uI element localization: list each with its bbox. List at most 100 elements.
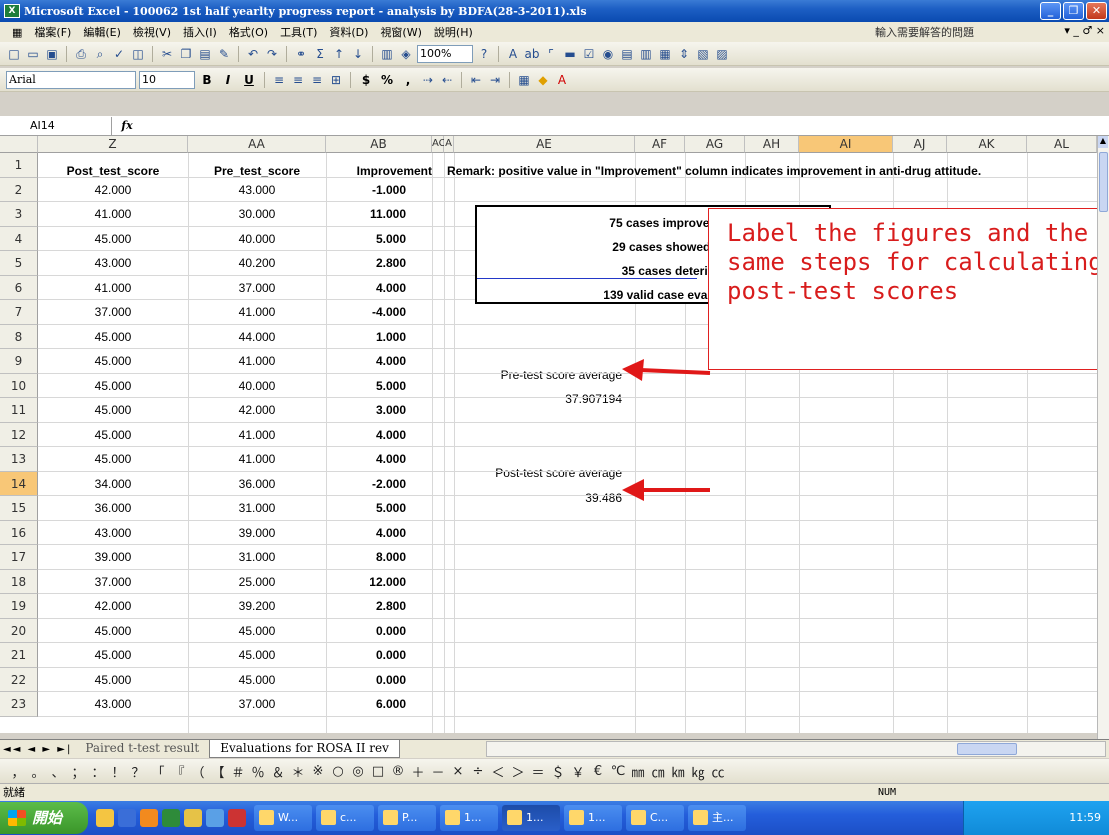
improvement-cell[interactable]: 5.000: [326, 232, 406, 246]
print-icon[interactable]: ⎙: [73, 46, 89, 62]
symbol-button[interactable]: €: [588, 764, 608, 779]
taskbar-window-button[interactable]: 主...: [688, 805, 746, 831]
symbol-button[interactable]: ㎞: [668, 762, 688, 781]
symbol-button[interactable]: 「: [148, 762, 168, 781]
improvement-cell[interactable]: 4.000: [326, 526, 406, 540]
combobox-control-icon[interactable]: ▥: [638, 46, 654, 62]
improvement-cell[interactable]: 8.000: [326, 550, 406, 564]
button-control-icon[interactable]: ▬: [562, 46, 578, 62]
symbol-button[interactable]: ＋: [408, 762, 428, 781]
symbol-button[interactable]: ＝: [528, 762, 548, 781]
row-header[interactable]: 5: [0, 251, 38, 276]
pre-test-score-cell[interactable]: 39.200: [188, 599, 326, 613]
align-right-icon[interactable]: ≡: [309, 72, 325, 88]
menu-icon[interactable]: ▦: [6, 26, 28, 39]
symbol-button[interactable]: ＆: [268, 762, 288, 781]
word-icon[interactable]: [118, 809, 136, 827]
post-test-score-cell[interactable]: 43.000: [38, 697, 188, 711]
menu-format[interactable]: 格式(O): [223, 24, 274, 40]
symbol-button[interactable]: □: [368, 764, 388, 779]
spelling-icon[interactable]: ✓: [111, 46, 127, 62]
row-header[interactable]: 21: [0, 643, 38, 668]
taskbar-window-button[interactable]: C...: [626, 805, 684, 831]
column-header-ab[interactable]: AB: [326, 136, 432, 153]
post-test-score-cell[interactable]: 37.000: [38, 575, 188, 589]
app-icon[interactable]: [228, 809, 246, 827]
row-header[interactable]: 7: [0, 300, 38, 325]
post-test-score-cell[interactable]: 45.000: [38, 673, 188, 687]
firefox-icon[interactable]: [140, 809, 158, 827]
sort-ascending-icon[interactable]: ↑: [331, 46, 347, 62]
percent-button[interactable]: %: [378, 73, 396, 87]
save-icon[interactable]: ▣: [44, 46, 60, 62]
decrease-decimal-icon[interactable]: ⇠: [439, 72, 455, 88]
symbol-button[interactable]: ㏄: [708, 762, 728, 781]
row-header[interactable]: 23: [0, 692, 38, 717]
menu-help[interactable]: 說明(H): [428, 24, 479, 40]
row-header[interactable]: 6: [0, 275, 38, 300]
symbol-button[interactable]: ○: [328, 764, 348, 779]
open-icon[interactable]: ▭: [25, 46, 41, 62]
redo-icon[interactable]: ↷: [264, 46, 280, 62]
font-name-select[interactable]: Arial: [6, 70, 136, 89]
symbol-button[interactable]: ＃: [228, 762, 248, 781]
paste-icon[interactable]: ▤: [197, 46, 213, 62]
column-header-ai[interactable]: AI: [799, 136, 893, 153]
properties-icon[interactable]: ▧: [695, 46, 711, 62]
increase-decimal-icon[interactable]: ⇢: [420, 72, 436, 88]
row-header[interactable]: 8: [0, 324, 38, 349]
new-icon[interactable]: □: [6, 46, 22, 62]
browser-icon[interactable]: [206, 809, 224, 827]
pre-test-score-cell[interactable]: 41.000: [188, 354, 326, 368]
fill-color-icon[interactable]: ◆: [535, 72, 551, 88]
post-test-score-cell[interactable]: 43.000: [38, 526, 188, 540]
pre-test-score-cell[interactable]: 36.000: [188, 477, 326, 491]
menu-edit[interactable]: 編輯(E): [77, 24, 127, 40]
row-header[interactable]: 11: [0, 398, 38, 423]
workbook-controls[interactable]: ▾ _ ♂ ×: [1064, 24, 1105, 37]
row-header[interactable]: 16: [0, 520, 38, 545]
pre-test-score-cell[interactable]: 41.000: [188, 452, 326, 466]
vertical-scrollbar[interactable]: ▲: [1097, 136, 1109, 739]
label-control-icon[interactable]: A: [505, 46, 521, 62]
menu-view[interactable]: 檢視(V): [127, 24, 177, 40]
research-icon[interactable]: ◫: [130, 46, 146, 62]
post-test-score-cell[interactable]: 42.000: [38, 599, 188, 613]
improvement-cell[interactable]: 4.000: [326, 428, 406, 442]
post-test-score-cell[interactable]: 43.000: [38, 256, 188, 270]
row-header[interactable]: 4: [0, 226, 38, 251]
pre-test-average-label[interactable]: Pre-test score average: [454, 368, 622, 382]
scroll-control-icon[interactable]: ▦: [657, 46, 673, 62]
improvement-cell[interactable]: 5.000: [326, 501, 406, 515]
pre-test-score-cell[interactable]: 42.000: [188, 403, 326, 417]
row-header[interactable]: 14: [0, 471, 38, 496]
menu-file[interactable]: 檔案(F): [28, 24, 77, 40]
help-question-input[interactable]: 輸入需要解答的問題: [873, 24, 1049, 40]
name-box[interactable]: AI14: [0, 116, 112, 135]
post-test-score-cell[interactable]: 45.000: [38, 379, 188, 393]
scroll-up-icon[interactable]: ▲: [1098, 136, 1108, 148]
tab-evaluations-rosa[interactable]: Evaluations for ROSA II rev: [209, 740, 400, 758]
symbol-button[interactable]: ℃: [608, 764, 628, 779]
chart-wizard-icon[interactable]: ▥: [379, 46, 395, 62]
formula-input[interactable]: [142, 117, 1109, 135]
symbol-button[interactable]: ㎏: [688, 762, 708, 781]
pre-test-score-cell[interactable]: 45.000: [188, 673, 326, 687]
improvement-cell[interactable]: 4.000: [326, 281, 406, 295]
improvement-cell[interactable]: 11.000: [326, 207, 406, 221]
symbol-button[interactable]: ？: [128, 762, 148, 781]
symbol-button[interactable]: 【: [208, 762, 228, 781]
pre-test-score-cell[interactable]: 44.000: [188, 330, 326, 344]
column-header-aa[interactable]: AA: [188, 136, 326, 153]
symbol-button[interactable]: ㎜: [628, 762, 648, 781]
column-header-ac[interactable]: AC: [432, 136, 446, 153]
row-header[interactable]: 18: [0, 569, 38, 594]
post-test-score-cell[interactable]: 45.000: [38, 428, 188, 442]
symbol-button[interactable]: ◎: [348, 764, 368, 779]
pre-test-score-cell[interactable]: 40.200: [188, 256, 326, 270]
italic-button[interactable]: I: [219, 73, 237, 87]
post-test-score-cell[interactable]: 37.000: [38, 305, 188, 319]
taskbar-window-button[interactable]: W...: [254, 805, 312, 831]
symbol-button[interactable]: ÷: [468, 764, 488, 779]
restore-button[interactable]: ❐: [1063, 2, 1084, 20]
